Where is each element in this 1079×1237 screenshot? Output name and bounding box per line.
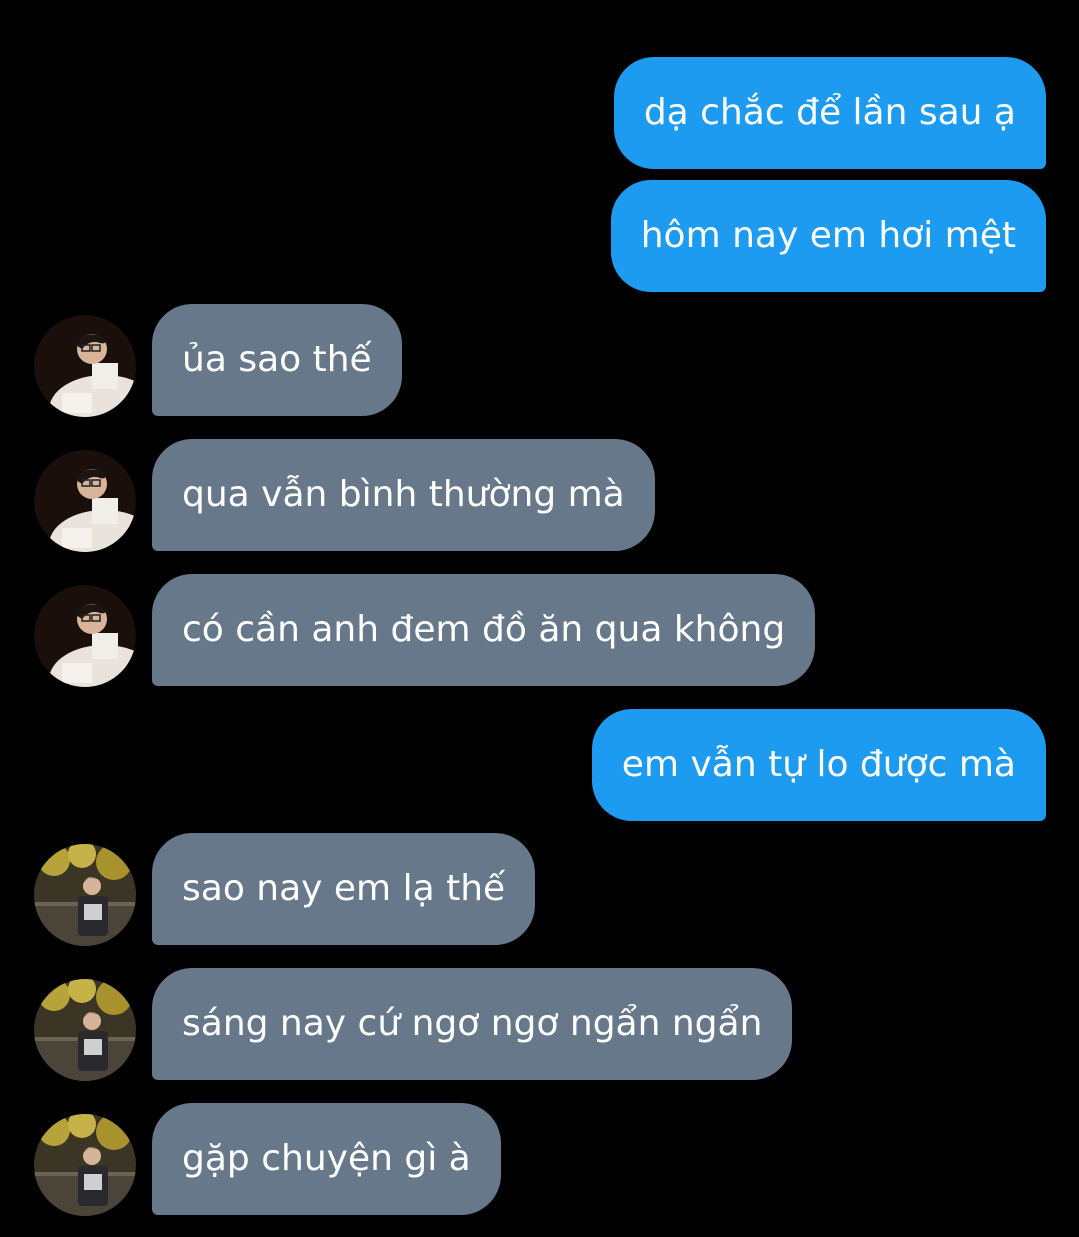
incoming-message-bubble[interactable]: ủa sao thế	[152, 304, 402, 416]
person-outdoor-photo-icon	[34, 979, 136, 1081]
outgoing-message-bubble[interactable]: hôm nay em hơi mệt	[610, 180, 1046, 292]
incoming-message-bubble[interactable]: sáng nay cứ ngơ ngơ ngẩn ngẩn	[152, 968, 793, 1080]
person-portrait-icon	[34, 315, 136, 417]
person-outdoor-photo-icon	[34, 1114, 136, 1216]
contact-avatar[interactable]	[34, 844, 136, 946]
contact-avatar[interactable]	[34, 450, 136, 552]
contact-avatar[interactable]	[34, 979, 136, 1081]
incoming-message-bubble[interactable]: gặp chuyện gì à	[152, 1103, 501, 1215]
contact-avatar[interactable]	[34, 585, 136, 687]
outgoing-message-bubble[interactable]: em vẫn tự lo được mà	[591, 709, 1046, 821]
incoming-message-bubble[interactable]: sao nay em lạ thế	[152, 833, 536, 945]
contact-avatar[interactable]	[34, 1114, 136, 1216]
outgoing-message-bubble[interactable]: dạ chắc để lần sau ạ	[613, 57, 1046, 169]
person-portrait-icon	[34, 585, 136, 687]
person-portrait-icon	[34, 450, 136, 552]
incoming-message-bubble[interactable]: qua vẫn bình thường mà	[152, 439, 655, 551]
incoming-message-bubble[interactable]: có cần anh đem đồ ăn qua không	[152, 574, 816, 686]
person-outdoor-photo-icon	[34, 844, 136, 946]
contact-avatar[interactable]	[34, 315, 136, 417]
